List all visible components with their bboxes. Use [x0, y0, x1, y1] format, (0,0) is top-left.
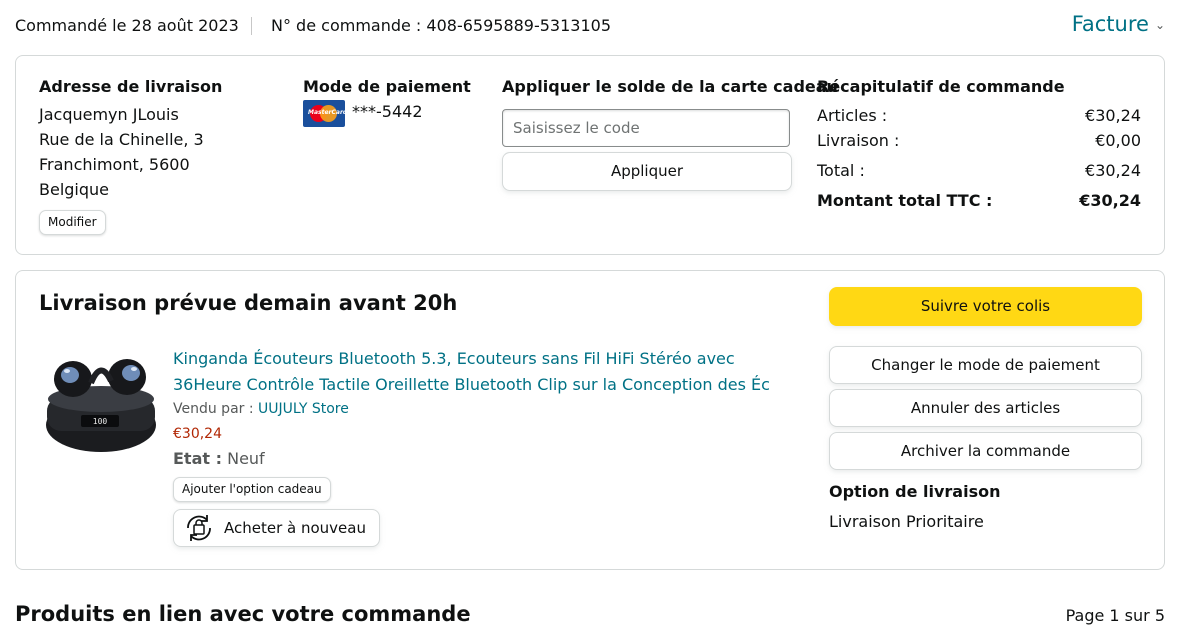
- buy-again-label: Acheter à nouveau: [224, 519, 366, 537]
- product-condition: Etat : Neuf: [173, 449, 265, 468]
- address-line: Rue de la Chinelle, 3: [39, 130, 204, 149]
- summary-value: €0,00: [1095, 131, 1141, 150]
- invoice-dropdown[interactable]: Facture ⌄: [1072, 12, 1165, 36]
- invoice-label: Facture: [1071, 12, 1149, 36]
- modify-address-button[interactable]: Modifier: [39, 210, 106, 235]
- gift-card-title: Appliquer le solde de la carte cadeau: [502, 77, 838, 96]
- related-products-title: Produits en lien avec votre commande: [15, 602, 471, 626]
- delivery-option-value: Livraison Prioritaire: [829, 512, 984, 531]
- order-date: Commandé le 28 août 2023: [15, 16, 239, 35]
- card-number: ***-5442: [352, 102, 423, 121]
- delivery-estimate-title: Livraison prévue demain avant 20h: [39, 291, 458, 315]
- header-divider: [251, 17, 252, 35]
- archive-order-button[interactable]: Archiver la commande: [829, 432, 1142, 470]
- card-brand-text: MasterCard: [308, 109, 348, 116]
- delivery-option-title: Option de livraison: [829, 482, 1001, 501]
- summary-label: Total :: [817, 161, 865, 180]
- chevron-down-icon: ⌄: [1154, 18, 1165, 32]
- gift-card-code-input[interactable]: [502, 109, 790, 147]
- condition-label: Etat :: [173, 449, 222, 468]
- earbuds-product-image[interactable]: 100: [43, 349, 160, 456]
- mastercard-icon: MasterCard: [303, 100, 348, 127]
- page-indicator: Page 1 sur 5: [1065, 606, 1165, 625]
- apply-gift-card-button[interactable]: Appliquer: [502, 152, 792, 191]
- order-details-panel: Adresse de livraison Jacquemyn JLouis Ru…: [15, 55, 1165, 255]
- cancel-items-button[interactable]: Annuler des articles: [829, 389, 1142, 427]
- payment-method-title: Mode de paiement: [303, 77, 471, 96]
- shipment-panel: Livraison prévue demain avant 20h 100 Ki…: [15, 270, 1165, 570]
- address-line: Jacquemyn JLouis: [39, 105, 179, 124]
- summary-label: Articles :: [817, 106, 888, 125]
- address-line: Belgique: [39, 180, 110, 199]
- summary-value: €30,24: [1085, 161, 1141, 180]
- order-header: Commandé le 28 août 2023 N° de commande …: [15, 12, 1165, 40]
- track-package-button[interactable]: Suivre votre colis: [829, 287, 1142, 326]
- buy-again-button[interactable]: Acheter à nouveau: [173, 509, 380, 547]
- seller-link[interactable]: UUJULY Store: [258, 401, 349, 417]
- product-price: €30,24: [173, 426, 222, 442]
- product-title-link[interactable]: Kinganda Écouteurs Bluetooth 5.3, Ecoute…: [173, 346, 793, 398]
- order-number: N° de commande : 408-6595889-5313105: [271, 16, 612, 35]
- summary-grand-total-value: €30,24: [1079, 191, 1141, 210]
- address-line: Franchimont, 5600: [39, 155, 190, 174]
- condition-value: Neuf: [227, 449, 265, 468]
- change-payment-button[interactable]: Changer le mode de paiement: [829, 346, 1142, 384]
- summary-label: Livraison :: [817, 131, 900, 150]
- shipping-address-title: Adresse de livraison: [39, 77, 223, 96]
- add-gift-option-button[interactable]: Ajouter l'option cadeau: [173, 477, 331, 502]
- buy-again-icon: [187, 515, 211, 541]
- sold-by-label: Vendu par :: [173, 401, 254, 417]
- summary-value: €30,24: [1085, 106, 1141, 125]
- order-summary-title: Récapitulatif de commande: [817, 77, 1065, 96]
- svg-text:100: 100: [93, 417, 108, 426]
- sold-by: Vendu par : UUJULY Store: [173, 401, 349, 417]
- summary-grand-total-label: Montant total TTC :: [817, 191, 993, 210]
